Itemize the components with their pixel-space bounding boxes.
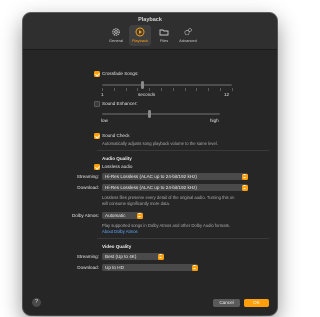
lossless-description-line2: will consume significantly more data.	[102, 201, 170, 206]
crossfade-unit-label: seconds	[138, 92, 156, 97]
crossfade-slider[interactable]	[102, 84, 232, 86]
chevron-updown-icon	[136, 212, 143, 219]
video-streaming-label: Streaming:	[76, 254, 99, 259]
sound-check-label: Sound Check	[102, 133, 130, 138]
sound-enhancer-high-label: high	[210, 118, 219, 123]
audio-download-value: Hi-Res Lossless (ALAC up to 24-bit/192 k…	[105, 185, 197, 190]
section-divider	[97, 150, 269, 151]
audio-download-select[interactable]: Hi-Res Lossless (ALAC up to 24-bit/192 k…	[102, 184, 248, 191]
video-download-select[interactable]: Up to HD	[102, 264, 198, 271]
dolby-atmos-label: Dolby Atmos:	[71, 213, 99, 218]
tab-files-label: Files	[159, 38, 169, 43]
preferences-window: Playback General Playback Files Advanced…	[23, 13, 277, 315]
tab-advanced[interactable]: Advanced	[177, 25, 199, 46]
ok-button[interactable]: OK	[244, 299, 269, 307]
folder-icon	[159, 29, 169, 36]
crossfade-max-label: 12	[224, 92, 230, 97]
sound-check-description: Automatically adjusts song playback volu…	[102, 141, 218, 146]
playback-pane: Crossfade Songs: 1 seconds 12 Sound Enha…	[23, 50, 277, 315]
tab-files[interactable]: Files	[153, 25, 175, 46]
sound-check-checkbox[interactable]	[94, 133, 100, 139]
video-download-label: Download:	[77, 265, 99, 270]
dolby-atmos-value: Automatic	[105, 213, 126, 218]
lossless-description-line1: Lossless files preserve every detail of …	[102, 195, 235, 200]
chevron-updown-icon	[191, 264, 198, 271]
sound-enhancer-slider[interactable]	[102, 113, 220, 115]
gears-icon	[184, 28, 192, 36]
chevron-updown-icon	[241, 184, 248, 191]
tab-general[interactable]: General	[105, 25, 127, 46]
sound-enhancer-slider-knob[interactable]	[148, 110, 151, 118]
video-streaming-select[interactable]: Best (Up to 4K)	[102, 253, 164, 260]
tab-playback[interactable]: Playback	[129, 25, 151, 46]
chevron-updown-icon	[157, 253, 164, 260]
cancel-button[interactable]: Cancel	[213, 299, 240, 307]
video-quality-heading: Video Quality	[102, 244, 132, 249]
crossfade-slider-ticks	[102, 88, 232, 91]
audio-download-label: Download:	[77, 185, 99, 190]
tab-playback-label: Playback	[131, 38, 149, 43]
chevron-updown-icon	[241, 173, 248, 180]
dolby-atmos-select[interactable]: Automatic	[102, 212, 143, 219]
crossfade-checkbox[interactable]	[94, 71, 100, 77]
audio-quality-heading: Audio Quality	[102, 156, 132, 161]
window-title: Playback	[138, 17, 162, 23]
sound-enhancer-label: Sound Enhancer:	[102, 101, 138, 106]
sound-enhancer-checkbox[interactable]	[94, 101, 100, 107]
title-bar: Playback General Playback Files Advanced	[23, 13, 277, 50]
help-button[interactable]: ?	[32, 298, 41, 307]
audio-streaming-value: Hi-Res Lossless (ALAC up to 24-bit/192 k…	[105, 174, 197, 179]
tab-advanced-label: Advanced	[179, 38, 197, 43]
gear-icon	[112, 28, 120, 36]
tab-general-label: General	[108, 38, 124, 43]
audio-streaming-select[interactable]: Hi-Res Lossless (ALAC up to 24-bit/192 k…	[102, 173, 248, 180]
about-dolby-atmos-link[interactable]: About Dolby Atmos	[102, 229, 138, 234]
sound-enhancer-low-label: low	[101, 118, 108, 123]
dolby-atmos-description: Play supported songs in Dolby Atmos and …	[102, 223, 231, 228]
audio-streaming-label: Streaming:	[76, 174, 99, 179]
play-icon	[135, 27, 145, 37]
section-divider	[97, 238, 269, 239]
video-streaming-value: Best (Up to 4K)	[105, 254, 137, 259]
lossless-checkbox[interactable]	[94, 164, 100, 170]
video-download-value: Up to HD	[105, 265, 124, 270]
preferences-tabs: General Playback Files Advanced	[105, 25, 205, 47]
crossfade-min-label: 1	[101, 92, 104, 97]
lossless-label: Lossless audio	[102, 164, 133, 169]
crossfade-label: Crossfade Songs:	[102, 71, 139, 76]
